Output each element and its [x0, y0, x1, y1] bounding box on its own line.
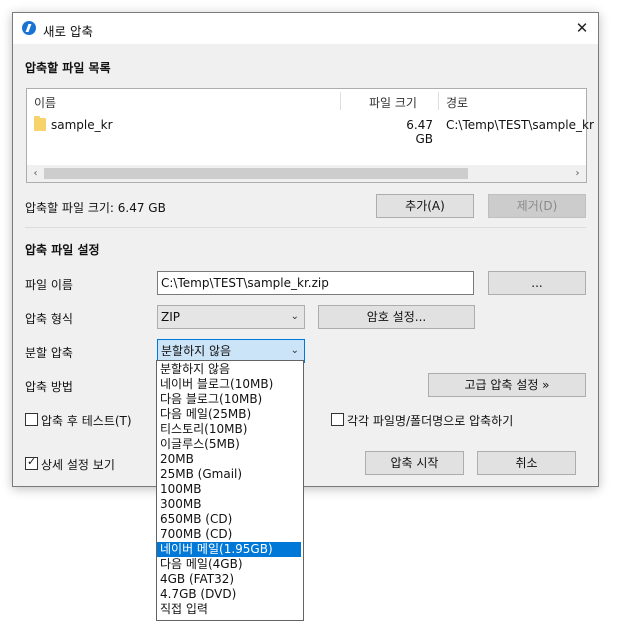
dropdown-option[interactable]: 다음 메일(4GB)	[157, 557, 301, 572]
cancel-button[interactable]: 취소	[477, 451, 576, 475]
title-bar: 새로 압축 ✕	[13, 13, 598, 44]
dropdown-option[interactable]: 300MB	[157, 497, 301, 512]
filename-label: 파일 이름	[25, 278, 73, 292]
format-label: 압축 형식	[25, 312, 73, 326]
dropdown-option[interactable]: 20MB	[157, 452, 301, 467]
column-header-path[interactable]: 경로	[446, 94, 468, 111]
file-list[interactable]: 이름 파일 크기 경로 sample_kr 6.47 GB C:\Temp\TE…	[26, 88, 594, 183]
dropdown-option[interactable]: 네이버 블로그(10MB)	[157, 377, 301, 392]
chevron-down-icon: ⌄	[290, 345, 299, 356]
each-file-label: 각각 파일명/폴더명으로 압축하기	[347, 414, 514, 428]
scrollbar-thumb[interactable]	[44, 168, 468, 179]
horizontal-scrollbar[interactable]: ‹ ›	[27, 165, 586, 182]
split-dropdown-list[interactable]: 분할하지 않음 네이버 블로그(10MB) 다음 블로그(10MB) 다음 메일…	[156, 360, 304, 621]
dropdown-option-selected[interactable]: 네이버 메일(1.95GB)	[157, 542, 301, 557]
dropdown-option[interactable]: 직접 입력	[157, 602, 301, 617]
dropdown-option[interactable]: 4.7GB (DVD)	[157, 587, 301, 602]
filename-input[interactable]: C:\Temp\TEST\sample_kr.zip	[157, 271, 474, 295]
app-icon	[22, 21, 36, 35]
advanced-settings-button[interactable]: 고급 압축 설정 »	[428, 373, 586, 397]
files-section-title: 압축할 파일 목록	[25, 61, 111, 75]
dropdown-option[interactable]: 다음 블로그(10MB)	[157, 392, 301, 407]
checkbox-box[interactable]	[331, 413, 344, 426]
column-header-size[interactable]: 파일 크기	[369, 94, 417, 111]
split-label: 분할 압축	[25, 346, 73, 360]
dropdown-option[interactable]: 25MB (Gmail)	[157, 467, 301, 482]
dropdown-option[interactable]: 700MB (CD)	[157, 527, 301, 542]
column-separator	[340, 92, 341, 110]
dropdown-option[interactable]: 100MB	[157, 482, 301, 497]
total-size-label: 압축할 파일 크기: 6.47 GB	[25, 201, 166, 215]
column-separator	[438, 92, 439, 110]
dropdown-option[interactable]: 4GB (FAT32)	[157, 572, 301, 587]
file-name[interactable]: sample_kr	[51, 118, 113, 132]
chevron-down-icon: ⌄	[290, 311, 299, 322]
folder-icon	[34, 116, 46, 131]
method-label: 압축 방법	[25, 380, 73, 394]
details-label: 상세 설정 보기	[41, 458, 115, 472]
settings-section-title: 압축 파일 설정	[25, 243, 100, 257]
checkbox-box[interactable]: ✓	[25, 455, 38, 470]
format-select[interactable]: ZIP ⌄	[157, 305, 305, 329]
split-value: 분할하지 않음	[161, 344, 232, 358]
dropdown-option[interactable]: 분할하지 않음	[157, 362, 301, 377]
checkmark-icon: ✓	[27, 455, 37, 468]
checkbox-box[interactable]	[25, 413, 38, 426]
window-title: 새로 압축	[43, 24, 93, 39]
file-size: 6.47 GB	[406, 118, 433, 146]
compress-dialog: 새로 압축 ✕ 압축할 파일 목록 이름 파일 크기 경로 sample_kr …	[12, 12, 599, 487]
scroll-right-icon[interactable]: ›	[569, 165, 586, 182]
dropdown-option[interactable]: 이글루스(5MB)	[157, 437, 301, 452]
dropdown-option[interactable]: 650MB (CD)	[157, 512, 301, 527]
column-header-name[interactable]: 이름	[34, 94, 56, 111]
close-button[interactable]: ✕	[566, 13, 598, 44]
dropdown-option[interactable]: 티스토리(10MB)	[157, 422, 301, 437]
format-value: ZIP	[161, 310, 180, 324]
dropdown-option[interactable]: 다음 메일(25MB)	[157, 407, 301, 422]
add-button[interactable]: 추가(A)	[376, 194, 474, 218]
password-button[interactable]: 암호 설정...	[318, 305, 475, 329]
browse-button[interactable]: ...	[488, 271, 586, 295]
start-compress-button[interactable]: 압축 시작	[365, 451, 464, 475]
divider	[25, 227, 586, 228]
remove-button[interactable]: 제거(D)	[488, 194, 586, 218]
test-after-label: 압축 후 테스트(T)	[41, 414, 132, 428]
file-path: C:\Temp\TEST\sample_kr	[446, 118, 594, 132]
scroll-left-icon[interactable]: ‹	[27, 165, 44, 182]
